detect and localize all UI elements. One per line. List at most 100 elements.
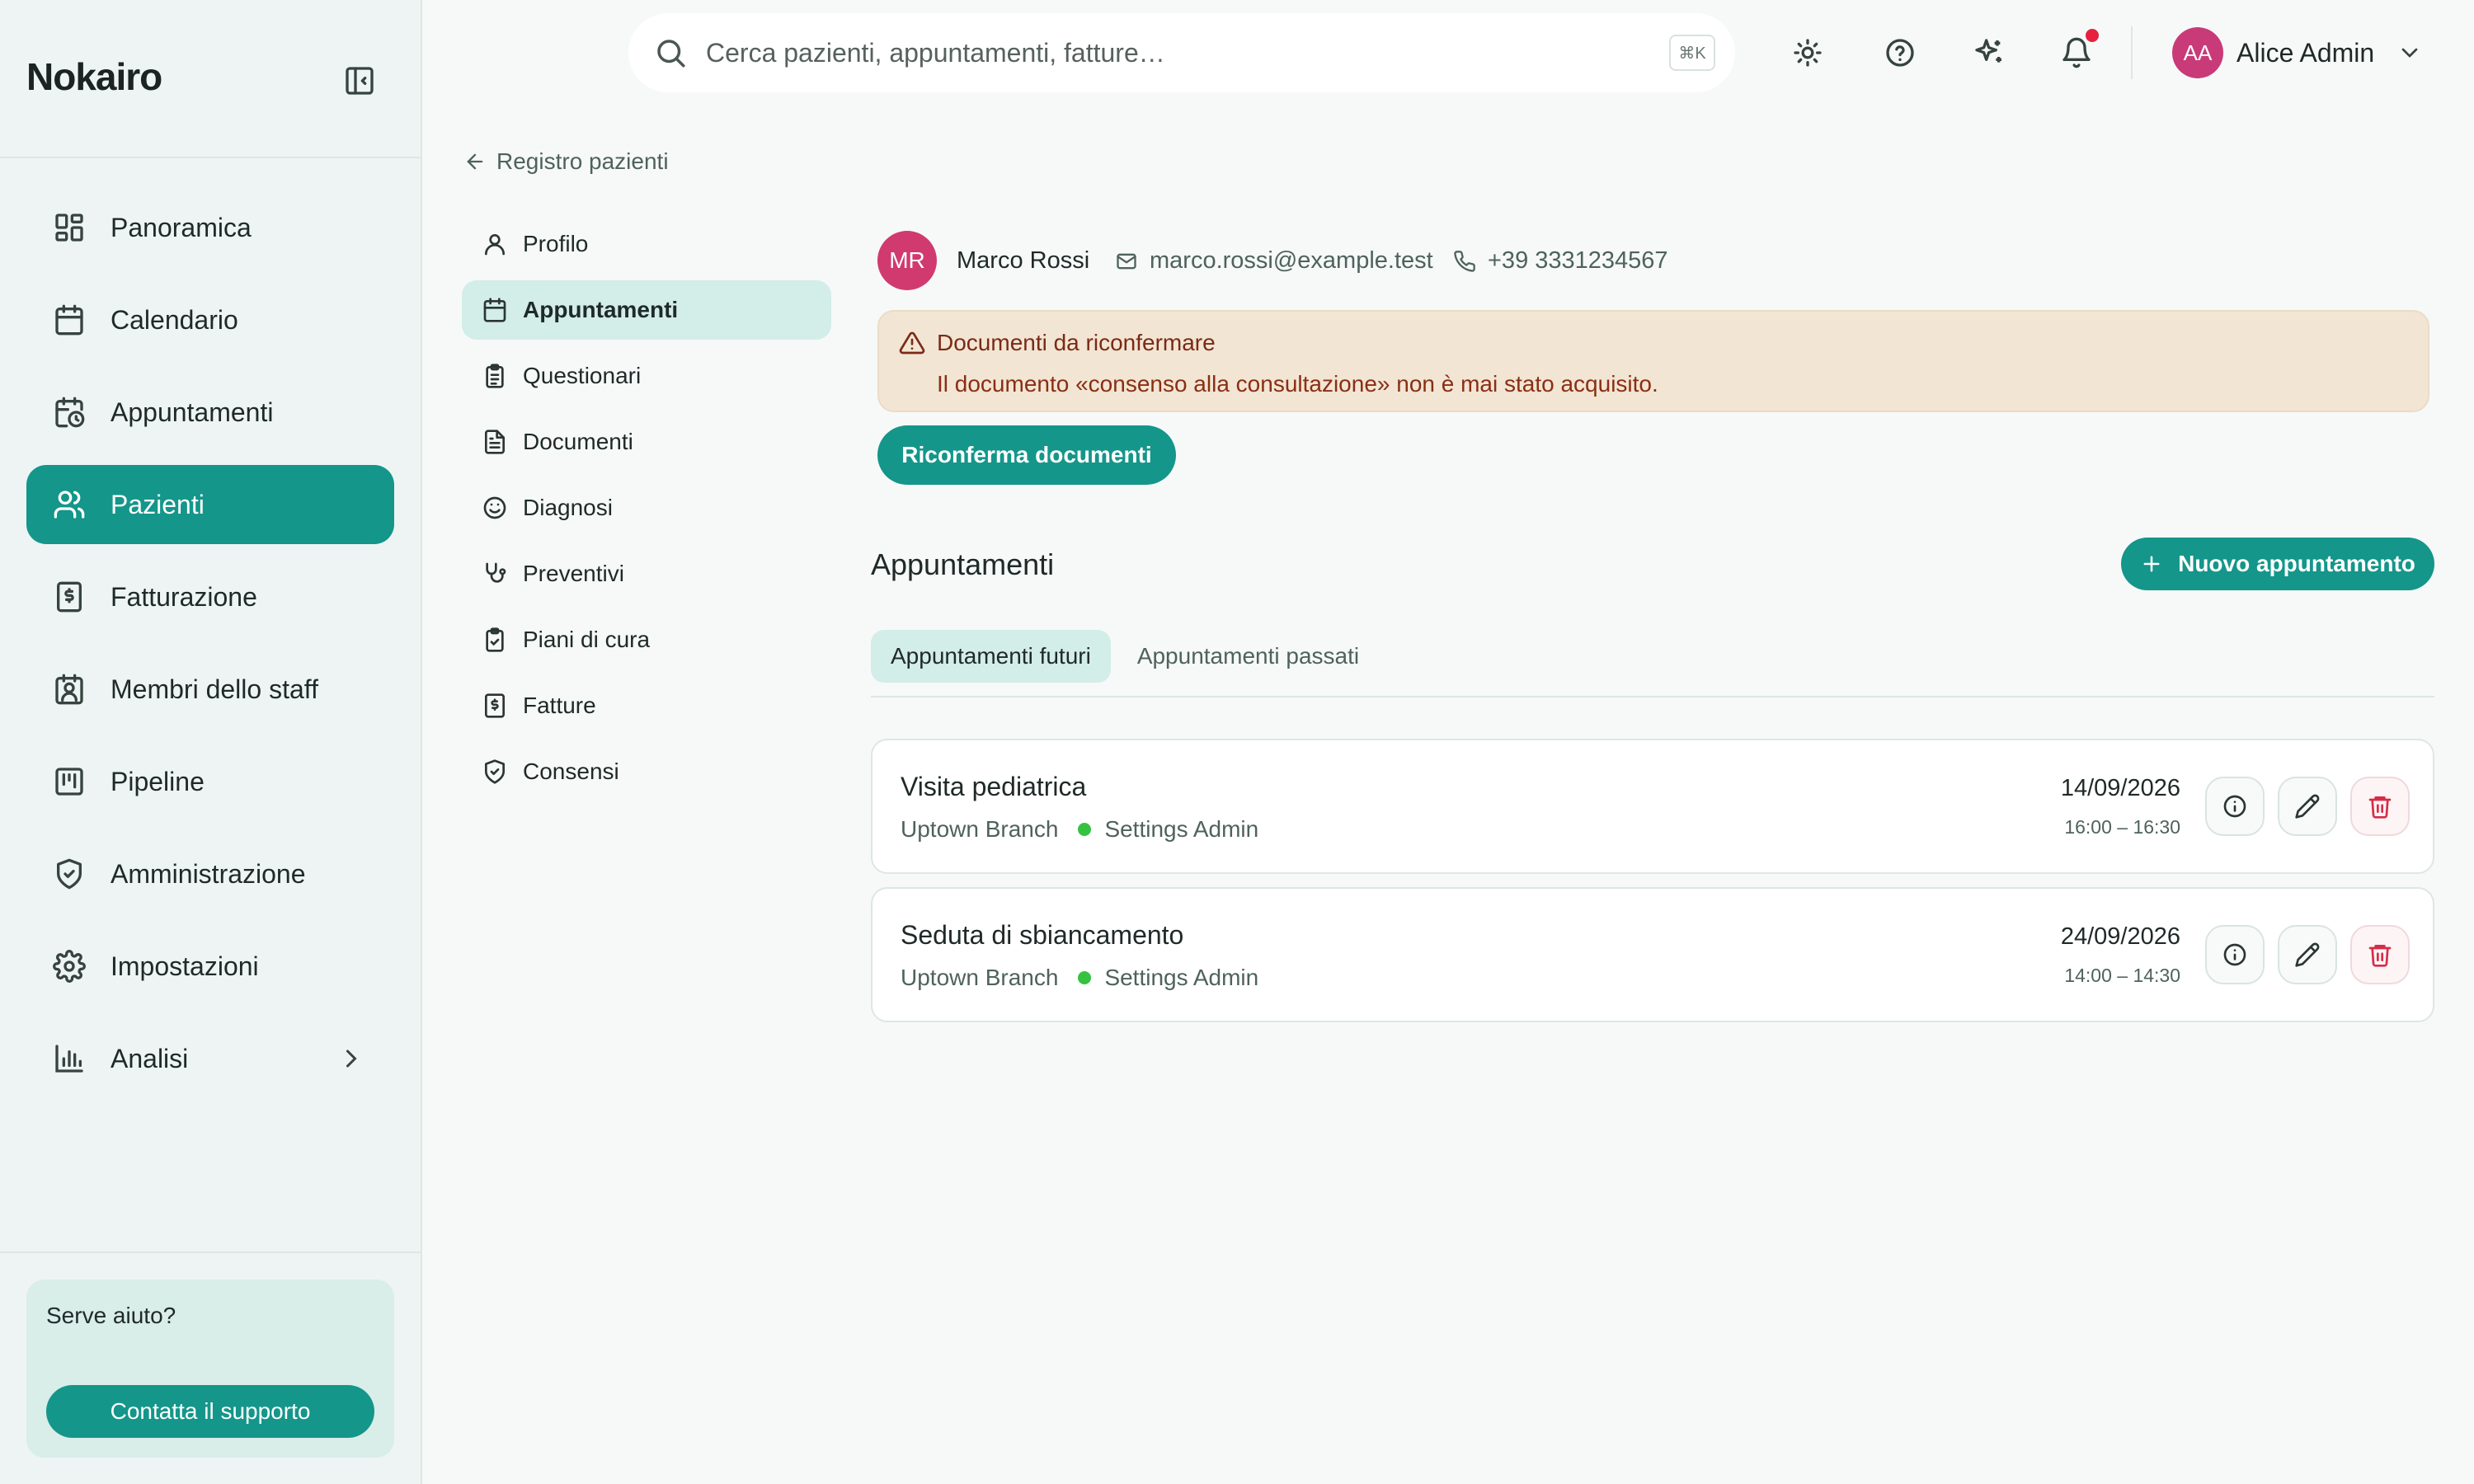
calendar-icon [482,297,508,323]
staff-badge-icon [53,673,86,706]
edit-button[interactable] [2278,777,2337,836]
receipt-icon [482,693,508,719]
patient-email[interactable]: marco.rossi@example.test [1115,247,1433,275]
patient-subnav: Profilo Appuntamenti Questionari Documen… [462,214,831,808]
sidebar-item-impostazioni[interactable]: Impostazioni [26,927,394,1006]
sidebar-item-label: Analisi [111,1043,189,1073]
sidebar-item-calendario[interactable]: Calendario [26,280,394,359]
sidebar-item-label: Impostazioni [111,951,259,981]
contact-support-button[interactable]: Contatta il supporto [46,1385,374,1438]
users-icon [53,488,86,521]
appointment-title: Seduta di sbiancamento [901,920,1184,950]
appointment-branch: Uptown Branch [901,816,1059,842]
theme-toggle-icon[interactable] [1791,36,1824,69]
appointment-card[interactable]: Visita pediatrica Uptown Branch Settings… [871,739,2434,874]
tab-diagnosi[interactable]: Diagnosi [462,478,831,538]
brand-logo: Nokairo [26,55,162,98]
sidebar-collapse-icon[interactable] [343,64,376,97]
appointment-date: 24/09/2026 [2060,923,2180,950]
help-card: Serve aiuto? Contatta il supporto [26,1280,394,1458]
mail-icon [1115,250,1138,273]
tab-appuntamenti-futuri[interactable]: Appuntamenti futuri [871,630,1111,683]
calendar-clock-icon [53,396,86,429]
notification-dot [2086,29,2099,42]
tab-appuntamenti[interactable]: Appuntamenti [462,280,831,340]
sidebar-item-label: Panoramica [111,212,252,242]
tab-appuntamenti-passati[interactable]: Appuntamenti passati [1117,630,1379,683]
appointment-time: 16:00 – 16:30 [2064,816,2180,838]
tab-documenti[interactable]: Documenti [462,412,831,472]
plus-icon [2140,552,2163,575]
patient-avatar: MR [877,231,937,290]
back-link[interactable]: Registro pazienti [463,148,669,175]
avatar[interactable]: AA [2172,27,2223,78]
subnav-label: Diagnosi [523,495,613,520]
sidebar-item-label: Pipeline [111,766,205,796]
documents-alert: Documenti da riconfermare Il documento «… [877,310,2429,412]
appointment-card[interactable]: Seduta di sbiancamento Uptown Branch Set… [871,887,2434,1022]
edit-button[interactable] [2278,925,2337,984]
phone-icon [1453,250,1476,273]
delete-button[interactable] [2350,925,2410,984]
search-input[interactable]: Cerca pazienti, appuntamenti, fatture… [706,38,1165,68]
tab-consensi[interactable]: Consensi [462,742,831,801]
sidebar-item-panoramica[interactable]: Panoramica [26,188,394,267]
tab-questionari[interactable]: Questionari [462,346,831,406]
info-button[interactable] [2205,777,2265,836]
info-icon [2222,793,2248,819]
appointment-staff: Settings Admin [1104,816,1259,842]
info-button[interactable] [2205,925,2265,984]
chevron-down-icon[interactable] [2396,40,2423,66]
tab-fatture[interactable]: Fatture [462,676,831,735]
trash-icon [2367,942,2393,968]
search-icon [653,35,688,70]
warning-icon [899,330,925,356]
help-icon[interactable] [1884,36,1917,69]
back-link-label: Registro pazienti [496,148,669,174]
sidebar-item-membri-staff[interactable]: Membri dello staff [26,650,394,729]
pencil-icon [2294,942,2321,968]
sidebar-item-analisi[interactable]: Analisi [26,1019,394,1098]
patient-phone[interactable]: +39 3331234567 [1453,247,1668,275]
help-title: Serve aiuto? [46,1303,176,1328]
sidebar-item-label: Amministrazione [111,858,306,889]
sidebar-item-pipeline[interactable]: Pipeline [26,742,394,821]
tab-profilo[interactable]: Profilo [462,214,831,274]
clipboard-list-icon [482,363,508,389]
bell-icon[interactable] [2060,36,2093,69]
shortcut-badge: ⌘K [1669,35,1715,71]
sidebar-item-appuntamenti[interactable]: Appuntamenti [26,373,394,452]
delete-button[interactable] [2350,777,2410,836]
subnav-label: Fatture [523,693,596,718]
clipboard-check-icon [482,627,508,653]
sidebar-item-label: Membri dello staff [111,674,318,704]
reconfirm-documents-button[interactable]: Riconferma documenti [877,425,1176,485]
user-name[interactable]: Alice Admin [2236,38,2374,68]
trash-icon [2367,793,2393,819]
sidebar-item-fatturazione[interactable]: Fatturazione [26,557,394,636]
sidebar-item-amministrazione[interactable]: Amministrazione [26,834,394,913]
kanban-icon [53,765,86,798]
sparkles-icon[interactable] [1973,36,2006,69]
sidebar-item-pazienti[interactable]: Pazienti [26,465,394,544]
tab-preventivi[interactable]: Preventivi [462,544,831,603]
appointment-date: 14/09/2026 [2060,775,2180,801]
subnav-label: Consensi [523,758,619,784]
new-appointment-button[interactable]: Nuovo appuntamento [2121,538,2434,590]
appointment-title: Visita pediatrica [901,772,1087,801]
document-icon [482,429,508,455]
divider [2131,26,2133,79]
tab-piani-di-cura[interactable]: Piani di cura [462,610,831,669]
search-bar[interactable]: Cerca pazienti, appuntamenti, fatture… ⌘… [628,13,1735,92]
receipt-icon [53,580,86,613]
appointment-meta: Uptown Branch Settings Admin [901,965,1258,991]
appointments-tabs: Appuntamenti futuri Appuntamenti passati [871,630,1385,683]
bar-chart-icon [53,1042,86,1075]
appointment-branch: Uptown Branch [901,965,1059,990]
chevron-right-icon [336,1044,366,1073]
stethoscope-icon [482,561,508,587]
alert-title: Documenti da riconfermare [937,330,1216,355]
arrow-left-icon [463,150,487,173]
alert-body: Il documento «consenso alla consultazion… [937,371,1658,397]
calendar-icon [53,303,86,336]
